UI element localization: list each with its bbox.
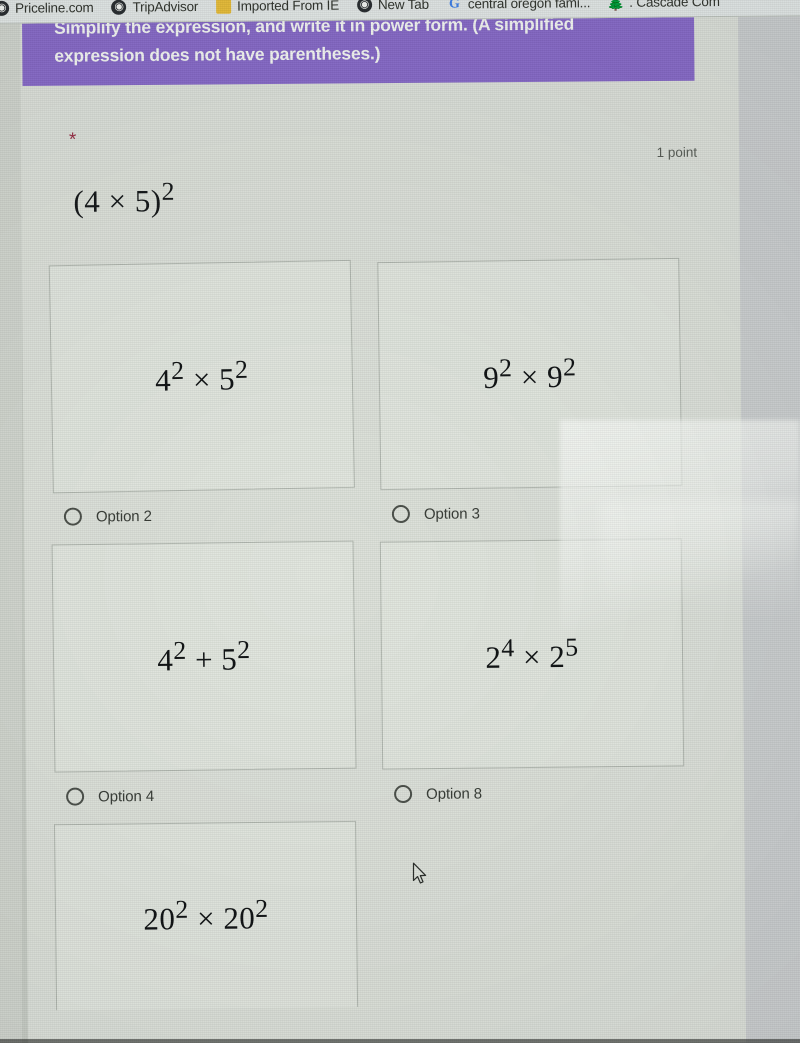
bookmark-label: New Tab (377, 0, 429, 13)
screen-bottom-edge (0, 1039, 800, 1043)
expr-base: 2 (485, 639, 502, 675)
required-asterisk: * (68, 129, 77, 151)
choice-row: 202 × 202 (54, 819, 715, 1011)
expr-base: 4 (157, 642, 174, 678)
choice-slot-empty (382, 819, 685, 1007)
choice-label: Option 2 (95, 507, 152, 525)
expr-operator: × 9 (512, 358, 564, 395)
globe-icon: ◉ (111, 0, 127, 15)
choice-image-expression: 202 × 202 (143, 894, 269, 938)
bookmark-label: . Cascade Com (629, 0, 720, 10)
choice-option-2[interactable]: 42 × 52 Option 2 (48, 259, 355, 535)
bookmark-label: TripAdvisor (132, 0, 199, 15)
choice-option-8[interactable]: 24 × 25 Option 8 (379, 538, 685, 813)
expr-exponent: 4 (501, 633, 515, 663)
expr-exponent: 2 (498, 353, 513, 383)
bookmark-new-tab[interactable]: ◉ New Tab (356, 0, 429, 13)
expr-exponent-2: 2 (562, 352, 577, 382)
choice-radio-row[interactable]: Option 2 (52, 489, 354, 535)
question-banner: Simplify the expression, and write it in… (22, 14, 695, 86)
expr-base: 9 (482, 359, 500, 395)
radio-button[interactable] (391, 504, 410, 524)
bookmark-label: central oregon fami... (467, 0, 591, 12)
expr-operator: × 20 (188, 900, 256, 937)
expr-exponent: 2 (175, 895, 189, 925)
prompt-expression-exponent: 2 (161, 176, 176, 206)
google-icon: G (448, 0, 460, 12)
form-page: Simplify the expression, and write it in… (20, 12, 747, 1043)
expr-exponent-2: 5 (565, 632, 579, 662)
prompt-expression: (4 × 5)2 (73, 177, 175, 220)
choice-radio-row[interactable]: Option 8 (382, 767, 684, 813)
expr-exponent-2: 2 (236, 634, 251, 664)
choice-image[interactable]: 42 + 52 (51, 540, 357, 773)
bookmark-priceline[interactable]: ◉ Priceline.com (0, 0, 94, 16)
choice-image-expression: 42 + 52 (157, 635, 251, 679)
radio-button[interactable] (66, 787, 85, 806)
bookmark-tripadvisor[interactable]: ◉ TripAdvisor (111, 0, 198, 15)
choice-image[interactable]: 42 × 52 (48, 259, 355, 494)
bookmark-label: Imported From IE (237, 0, 340, 14)
folder-icon (216, 0, 232, 14)
choice-label: Option 8 (426, 784, 483, 803)
photographed-screen: ◉ Priceline.com ◉ TripAdvisor Imported F… (0, 0, 800, 1043)
globe-icon: ◉ (356, 0, 373, 13)
choice-row: 42 × 52 Option 2 92 × 92 Option 3 (48, 257, 712, 536)
page-background-left (0, 22, 22, 1043)
radio-button[interactable] (394, 784, 413, 804)
choice-label: Option 4 (98, 787, 155, 805)
choice-image-expression: 24 × 25 (485, 632, 579, 675)
globe-icon: ◉ (0, 0, 10, 16)
answer-choices-grid: 42 × 52 Option 2 92 × 92 Option 3 42 + 5… (48, 257, 716, 1018)
bookmark-imported-from-ie[interactable]: Imported From IE (216, 0, 339, 14)
choice-image[interactable]: 24 × 25 (379, 538, 685, 770)
bookmark-central-oregon-fami[interactable]: G central oregon fami... (447, 0, 591, 12)
choice-image-expression: 92 × 92 (483, 352, 577, 396)
expr-exponent: 2 (173, 635, 187, 665)
choice-option-partial[interactable]: 202 × 202 (54, 820, 359, 1011)
point-value-label: 1 point (656, 144, 698, 161)
expr-operator: × 5 (184, 361, 236, 398)
choice-label: Option 3 (423, 504, 480, 523)
expr-exponent-2: 2 (234, 354, 249, 384)
bookmark-label: Priceline.com (15, 0, 94, 16)
bookmark-cascade-com[interactable]: 🌲 . Cascade Com (607, 0, 720, 11)
choice-image-expression: 42 × 52 (155, 355, 249, 399)
page-background-right (737, 0, 800, 1043)
expr-base: 4 (154, 362, 172, 398)
choice-radio-row[interactable]: Option 4 (54, 769, 356, 815)
choice-option-3[interactable]: 92 × 92 Option 3 (377, 257, 683, 533)
expr-exponent-2: 2 (255, 894, 269, 924)
expr-operator: × 2 (514, 638, 566, 675)
choice-radio-row[interactable]: Option 3 (380, 487, 682, 533)
prompt-expression-base: (4 × 5) (73, 183, 162, 219)
choice-option-4[interactable]: 42 + 52 Option 4 (51, 540, 357, 815)
choice-image[interactable]: 92 × 92 (377, 257, 683, 491)
choice-row: 42 + 52 Option 4 24 × 25 Option 8 (51, 538, 714, 816)
expr-operator: + 5 (186, 641, 238, 677)
tree-icon: 🌲 (607, 0, 625, 11)
expr-exponent: 2 (170, 355, 185, 385)
expr-base: 20 (143, 901, 176, 937)
choice-image[interactable]: 202 × 202 (54, 820, 359, 1011)
radio-button[interactable] (63, 507, 82, 526)
